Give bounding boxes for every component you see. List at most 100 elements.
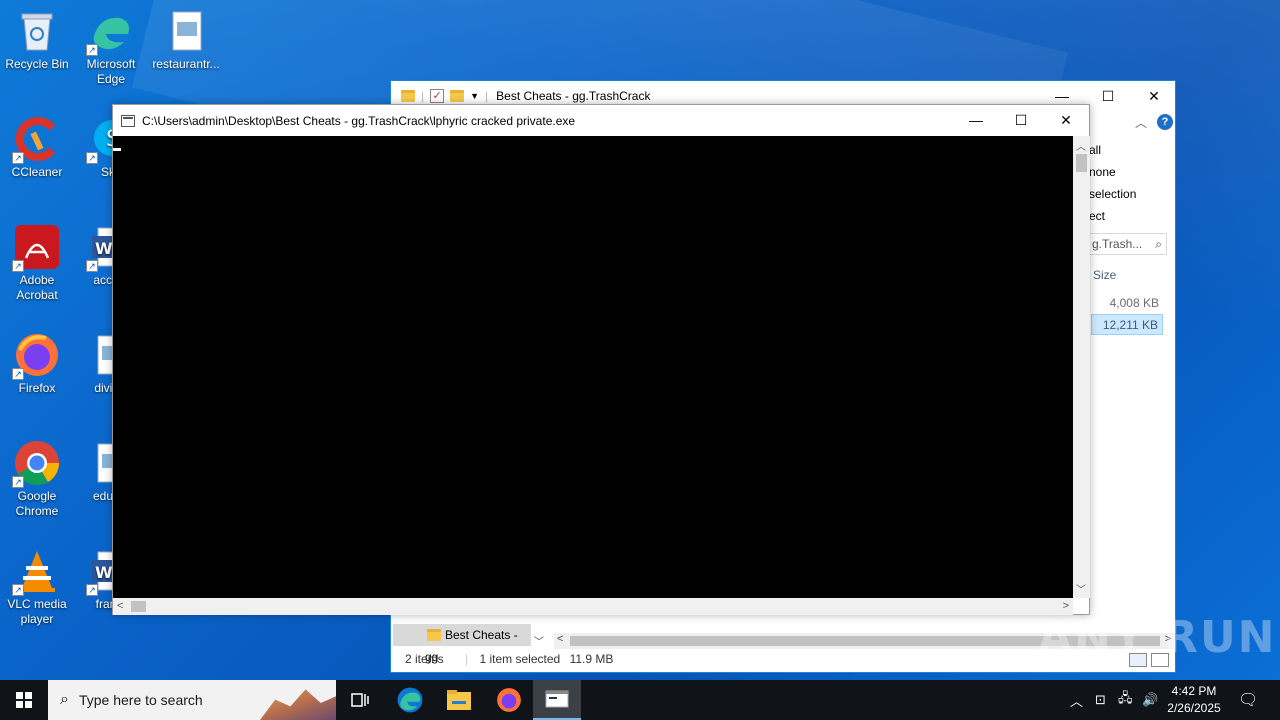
minimize-button[interactable]: — <box>953 105 999 135</box>
desktop-icon-label: CCleaner <box>11 165 63 179</box>
svg-text:W: W <box>95 239 113 258</box>
start-button[interactable] <box>0 680 48 720</box>
shortcut-arrow-icon: ↗ <box>12 152 24 164</box>
clock-date: 2/26/2025 <box>1167 701 1221 715</box>
shortcut-arrow-icon: ↗ <box>12 476 24 488</box>
watermark: ANY RUN <box>1038 612 1277 663</box>
select-group-label: ect <box>1089 209 1106 223</box>
chrome-icon: ↗ <box>12 440 60 488</box>
console-horizontal-scrollbar[interactable]: < > <box>113 598 1073 615</box>
taskbar: ⌕ Type here to search ︿ ⊡ 🖧 🔊 4:42 PM 2/… <box>0 680 1280 720</box>
desktop-icon-vlc[interactable]: ↗ VLC media player <box>0 548 74 627</box>
close-button[interactable]: ✕ <box>1131 81 1177 111</box>
console-titlebar[interactable]: C:\Users\admin\Desktop\Best Cheats - gg.… <box>113 105 1089 136</box>
console-app-icon <box>121 114 135 127</box>
explorer-title: Best Cheats - gg.TrashCrack <box>496 89 651 103</box>
task-view-icon <box>351 693 369 707</box>
help-icon[interactable]: ? <box>1157 114 1173 130</box>
windows-logo-icon <box>16 692 32 708</box>
recycle-bin-icon <box>14 8 60 54</box>
scroll-right-icon[interactable]: > <box>1063 600 1069 612</box>
taskbar-firefox-button[interactable] <box>485 680 533 720</box>
console-app-icon <box>545 690 569 708</box>
select-all-button[interactable]: all <box>1089 141 1151 163</box>
scroll-down-icon[interactable]: ﹀ <box>1076 581 1086 596</box>
search-input[interactable]: g.Trash... ⌕ <box>1089 233 1167 255</box>
customize-dropdown-icon[interactable]: ▼ <box>470 91 479 101</box>
file-size-cell-selected[interactable]: 12,211 KB <box>1091 314 1163 335</box>
maximize-button[interactable]: ☐ <box>998 105 1044 135</box>
shortcut-arrow-icon: ↗ <box>12 368 24 380</box>
scroll-left-icon[interactable]: < <box>557 633 563 645</box>
ccleaner-icon: ↗ <box>12 116 60 164</box>
taskbar-search-box[interactable]: ⌕ Type here to search <box>48 680 336 720</box>
select-none-button[interactable]: none <box>1089 163 1151 185</box>
vlc-icon: ↗ <box>12 548 60 596</box>
desktop-icon-label: Adobe Acrobat <box>16 273 58 302</box>
console-window[interactable]: C:\Users\admin\Desktop\Best Cheats - gg.… <box>112 104 1090 615</box>
taskbar-clock[interactable]: 4:42 PM 2/26/2025 <box>1160 683 1228 717</box>
edge-icon: ↗ <box>86 8 134 56</box>
search-placeholder: Type here to search <box>78 692 203 708</box>
desktop-icon-recycle-bin[interactable]: Recycle Bin <box>0 8 74 72</box>
image-file-icon <box>163 8 209 54</box>
scroll-thumb[interactable] <box>1076 154 1087 172</box>
console-vertical-scrollbar[interactable]: ︿ ﹀ <box>1073 136 1090 598</box>
edge-icon <box>397 687 423 713</box>
scroll-up-icon[interactable]: ︿ <box>1076 138 1086 153</box>
volume-icon[interactable]: 🔊 <box>1142 680 1158 720</box>
shortcut-arrow-icon: ↗ <box>12 260 24 272</box>
firefox-icon <box>497 688 521 712</box>
action-center-icon[interactable]: 🗨 <box>1238 680 1258 720</box>
search-icon: ⌕ <box>60 691 69 708</box>
taskbar-file-explorer-button[interactable] <box>435 680 483 720</box>
desktop: Recycle Bin ↗ CCleaner ↗ Adobe Acrobat ↗… <box>0 0 1280 680</box>
new-folder-icon[interactable] <box>450 90 465 102</box>
invert-selection-button[interactable]: selection <box>1089 185 1151 207</box>
network-adapter-icon[interactable]: ⊡ <box>1095 680 1106 720</box>
properties-icon[interactable]: ✓ <box>430 89 445 103</box>
shortcut-arrow-icon: ↗ <box>86 44 98 56</box>
search-icon: ⌕ <box>1155 237 1162 251</box>
task-view-button[interactable] <box>336 680 384 720</box>
maximize-button[interactable]: ☐ <box>1085 81 1131 111</box>
desktop-icon-microsoft-edge[interactable]: ↗ Microsoft Edge <box>74 8 148 87</box>
firefox-icon: ↗ <box>12 332 60 380</box>
shortcut-arrow-icon: ↗ <box>86 152 98 164</box>
shortcut-arrow-icon: ↗ <box>86 260 98 272</box>
select-group: all none selection ect <box>1089 141 1151 229</box>
desktop-icon-label: VLC media player <box>7 597 67 626</box>
selected-size: 11.9 MB <box>569 652 614 666</box>
console-title: C:\Users\admin\Desktop\Best Cheats - gg.… <box>142 113 576 128</box>
desktop-icon-restaurant[interactable]: restaurantr... <box>149 8 223 72</box>
desktop-icon-google-chrome[interactable]: ↗ Google Chrome <box>0 440 74 519</box>
svg-text:W: W <box>95 563 113 582</box>
quick-access-toolbar: | ✓ ▼ | <box>401 89 488 103</box>
desktop-icon-firefox[interactable]: ↗ Firefox <box>0 332 74 396</box>
file-size-cell[interactable]: 4,008 KB <box>1091 293 1163 314</box>
column-header-size[interactable]: Size <box>1093 268 1116 282</box>
taskbar-console-button[interactable] <box>533 680 581 720</box>
desktop-icon-label: Google Chrome <box>15 489 59 518</box>
folder-icon[interactable] <box>401 90 415 102</box>
text-cursor <box>113 148 121 151</box>
search-highlight-image <box>260 689 336 720</box>
desktop-icon-label: Firefox <box>18 381 56 395</box>
console-output-area[interactable] <box>113 136 1073 598</box>
network-icon[interactable]: 🖧 <box>1118 680 1133 720</box>
scroll-left-icon[interactable]: < <box>117 600 123 612</box>
desktop-icon-label: Recycle Bin <box>5 57 69 71</box>
nav-pane-item[interactable]: Best Cheats - gg <box>393 624 531 664</box>
folder-icon <box>427 629 441 641</box>
collapse-ribbon-icon[interactable]: ︿ <box>1135 114 1147 131</box>
shortcut-arrow-icon: ↗ <box>86 584 98 596</box>
close-button[interactable]: ✕ <box>1043 105 1089 135</box>
desktop-icon-ccleaner[interactable]: ↗ CCleaner <box>0 116 74 180</box>
file-explorer-icon <box>447 690 471 710</box>
show-hidden-icons-button[interactable]: ︿ <box>1070 680 1083 720</box>
scroll-thumb[interactable] <box>131 601 146 612</box>
taskbar-edge-button[interactable] <box>386 680 434 720</box>
acrobat-icon: ↗ <box>12 224 60 272</box>
desktop-icon-adobe-acrobat[interactable]: ↗ Adobe Acrobat <box>0 224 74 303</box>
clock-time: 4:42 PM <box>1171 684 1217 698</box>
